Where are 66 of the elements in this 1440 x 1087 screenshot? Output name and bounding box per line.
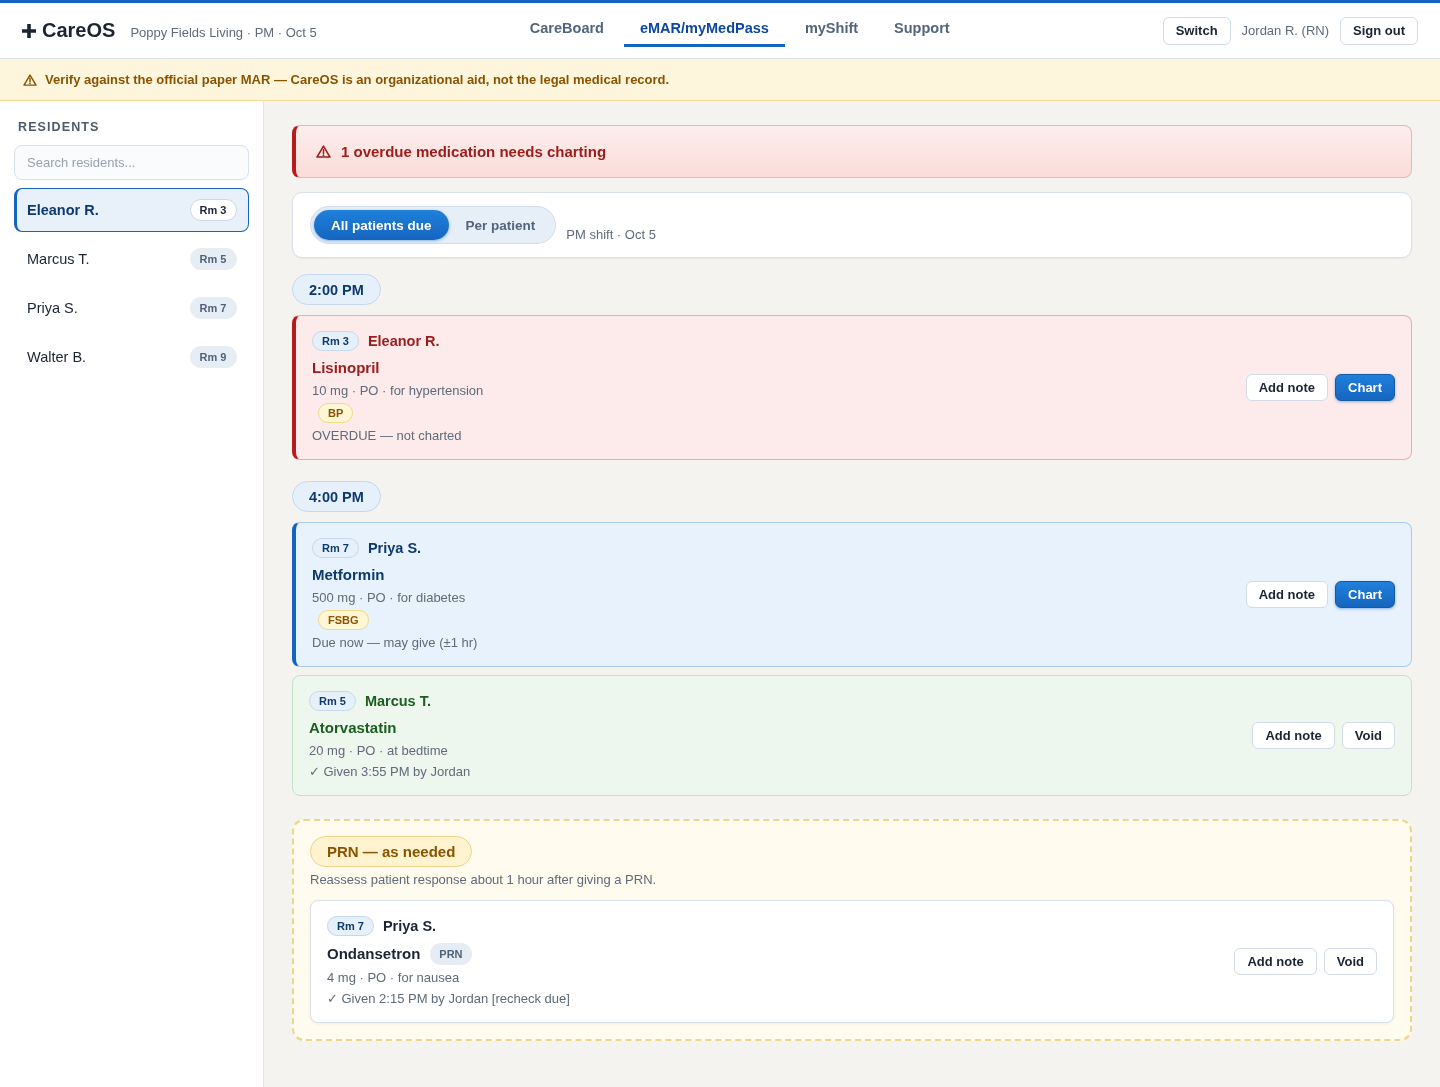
- section-heading: RESIDENTS: [17, 120, 100, 134]
- medication-name: Ondansetron: [327, 944, 421, 964]
- alert-text: 1 overdue medication needs charting: [341, 143, 607, 160]
- medication-name: Metformin: [312, 565, 385, 585]
- action-button[interactable]: Add note: [1245, 580, 1329, 608]
- action-button[interactable]: Chart: [1335, 580, 1395, 608]
- dose-details: 20 mg · PO · at bedtime: [309, 742, 448, 759]
- time-chip: 2:00 PM: [292, 274, 381, 305]
- dose-status: OVERDUE — not charted: [312, 427, 462, 444]
- resident-name: Priya S.: [27, 300, 78, 316]
- medication-name: Atorvastatin: [309, 718, 397, 738]
- nav-tab[interactable]: CareBoard: [513, 3, 620, 47]
- shift-label: PM shift · Oct 5: [566, 227, 656, 242]
- check-tag: BP: [318, 403, 354, 423]
- resident-item[interactable]: Eleanor R. Rm 3: [14, 188, 249, 232]
- dose-status: ✓ Given 2:15 PM by Jordan [recheck due]: [327, 990, 570, 1007]
- resident-name: Marcus T.: [27, 251, 90, 267]
- warning-icon: [316, 145, 331, 158]
- disclaimer-text: Verify against the official paper MAR — CareOS is an organizational aid, not the legal medical record.: [45, 72, 670, 87]
- room-badge: Rm 7: [327, 916, 374, 936]
- switch-button[interactable]: Switch: [1162, 16, 1231, 45]
- action-button[interactable]: Add note: [1252, 721, 1335, 749]
- action-button[interactable]: Chart: [1335, 373, 1395, 401]
- room-badge: Rm 7: [189, 297, 237, 319]
- room-badge: Rm 9: [189, 346, 237, 368]
- resident-name: Eleanor R.: [27, 202, 99, 218]
- action-button[interactable]: Add note: [1245, 373, 1329, 401]
- action-button[interactable]: Void: [1341, 721, 1395, 749]
- search-field[interactable]: Search residents...: [14, 145, 249, 180]
- action-button[interactable]: Add note: [1234, 947, 1317, 975]
- dose-details: 4 mg · PO · for nausea: [327, 969, 460, 986]
- user-label: Jordan R. (RN): [1241, 23, 1329, 38]
- resident-item[interactable]: Marcus T. Rm 5: [14, 237, 249, 281]
- nav-tab[interactable]: Support: [878, 3, 966, 47]
- section-chip: PRN — as needed: [310, 836, 473, 867]
- dose-status: ✓ Given 3:55 PM by Jordan: [309, 763, 471, 780]
- facility-label: Poppy Fields Living · PM · Oct 5: [130, 23, 317, 40]
- resident-name: Eleanor R.: [367, 333, 440, 349]
- dose-details: 10 mg · PO · for hypertension: [312, 382, 484, 399]
- resident-name: Priya S.: [367, 540, 422, 556]
- action-button[interactable]: Void: [1323, 947, 1377, 975]
- nav-tab[interactable]: eMAR/myMedPass: [623, 3, 785, 47]
- resident-name: Marcus T.: [364, 693, 431, 709]
- prn-tag: PRN: [430, 943, 472, 965]
- app-logo-text: CareOS: [42, 19, 116, 42]
- time-chip: 4:00 PM: [292, 481, 381, 512]
- prn-note: Reassess patient response about 1 hour after giving a PRN.: [310, 871, 657, 888]
- dose-status: Due now — may give (±1 hr): [312, 634, 478, 651]
- sign-out-button[interactable]: Sign out: [1340, 16, 1418, 45]
- warning-icon: [23, 73, 37, 86]
- room-badge: Rm 3: [189, 199, 237, 221]
- plus-icon: [22, 23, 36, 38]
- dose-details: 500 mg · PO · for diabetes: [312, 589, 466, 606]
- room-badge: Rm 5: [309, 691, 356, 711]
- check-tag: FSBG: [318, 610, 369, 630]
- view-option[interactable]: All patients due: [314, 210, 449, 240]
- resident-item[interactable]: Walter B. Rm 9: [14, 335, 249, 379]
- view-option[interactable]: Per patient: [448, 210, 553, 240]
- room-badge: Rm 7: [312, 538, 359, 558]
- resident-name: Walter B.: [27, 349, 87, 365]
- medication-name: Lisinopril: [312, 358, 380, 378]
- resident-name: Priya S.: [382, 918, 437, 934]
- nav-tab[interactable]: myShift: [788, 3, 875, 47]
- room-badge: Rm 5: [189, 248, 237, 270]
- resident-item[interactable]: Priya S. Rm 7: [14, 286, 249, 330]
- room-badge: Rm 3: [312, 331, 359, 351]
